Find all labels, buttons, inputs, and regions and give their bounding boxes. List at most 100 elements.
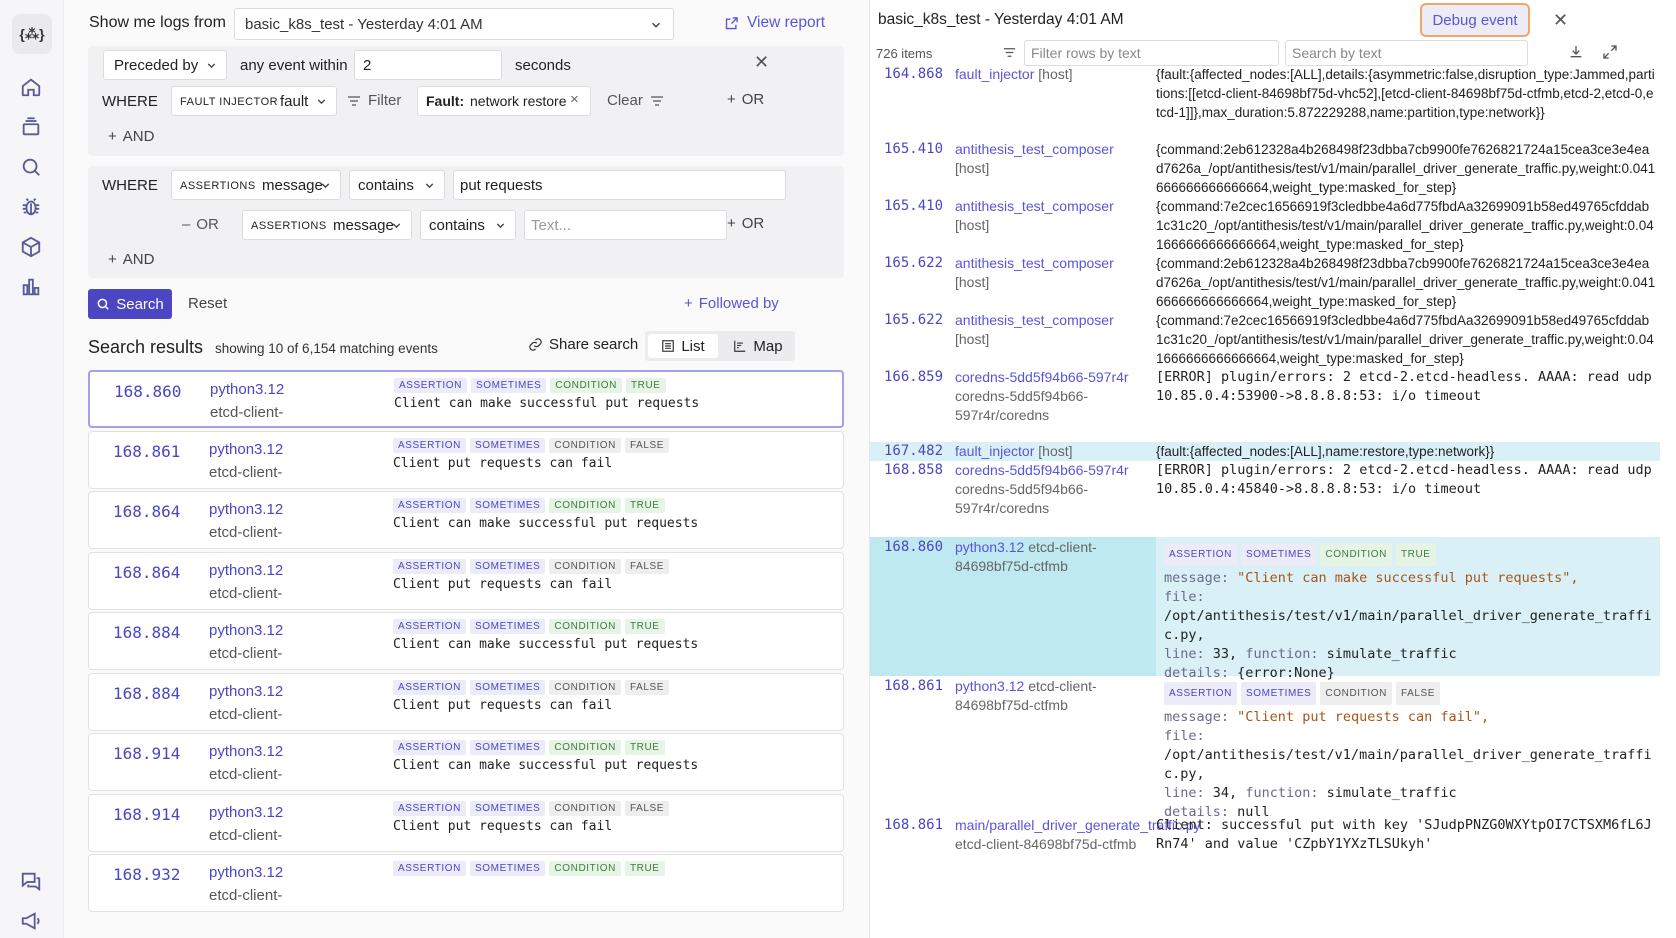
- result-time: 168.914: [113, 804, 181, 824]
- fault-chip[interactable]: Fault: network restore ×: [417, 86, 591, 116]
- bug-icon[interactable]: [20, 196, 44, 220]
- result-card[interactable]: 168.932 python3.12 etcd-client- ASSERTION SO…: [88, 854, 844, 912]
- search-button[interactable]: Search: [88, 289, 172, 319]
- condition-op-select[interactable]: contains: [349, 170, 445, 200]
- result-process[interactable]: python3.12: [209, 864, 283, 881]
- search-icon[interactable]: [20, 156, 44, 180]
- log-row[interactable]: 165.622 antithesis_test_composer [host] {c…: [870, 311, 1660, 368]
- log-row-assertion[interactable]: 168.861 python3.12 etcd-client-84698bf75d…: [870, 676, 1660, 820]
- close-icon[interactable]: ✕: [1553, 10, 1568, 31]
- log-source-name[interactable]: antithesis_test_composer: [955, 312, 1114, 328]
- condition-op2-select[interactable]: contains: [420, 210, 516, 240]
- chip-key: Fault:: [426, 93, 465, 109]
- result-card[interactable]: 168.884 python3.12 etcd-client- ASSERTION SO…: [88, 672, 844, 731]
- result-card[interactable]: 168.860 python3.12 etcd-client- ASSERTION SO…: [88, 370, 844, 428]
- value-function: simulate_traffic: [1326, 646, 1457, 662]
- followed-by-button[interactable]: + Followed by: [684, 295, 779, 312]
- log-row[interactable]: 164.868 fault_injector [host] {fault:{affe…: [870, 65, 1660, 140]
- search-text-input[interactable]: Search by text: [1285, 40, 1528, 66]
- log-row[interactable]: 168.861 main/parallel_driver_generate_tra…: [870, 815, 1660, 938]
- share-search-button[interactable]: Share search: [528, 336, 638, 353]
- condition-field2-select[interactable]: ASSERTIONS message: [242, 210, 412, 240]
- left-nav-rail: {⁂}: [0, 0, 64, 938]
- list-view-tab[interactable]: List: [648, 334, 718, 358]
- result-process[interactable]: python3.12: [209, 743, 283, 760]
- cube-icon[interactable]: [20, 236, 44, 260]
- tag-condition: CONDITION: [549, 498, 621, 513]
- log-source: antithesis_test_composer [host]: [955, 197, 1141, 235]
- log-row[interactable]: 168.858 coredns-5dd5f94b66-597r4r coredns…: [870, 461, 1660, 537]
- clear-button[interactable]: Clear: [607, 92, 665, 109]
- result-process[interactable]: python3.12: [209, 562, 283, 579]
- layers-icon[interactable]: [20, 116, 44, 140]
- chat-icon[interactable]: [20, 870, 44, 894]
- filter-lines-icon[interactable]: [1002, 45, 1017, 60]
- preceded-mode-select[interactable]: Preceded by: [103, 50, 227, 80]
- log-time: 168.861: [884, 678, 944, 694]
- assertion-message-line: message: "Client can make successful put…: [1164, 569, 1652, 588]
- add-and-button[interactable]: + AND: [108, 251, 154, 268]
- result-process[interactable]: python3.12: [209, 804, 283, 821]
- chart-icon[interactable]: [20, 276, 44, 300]
- result-card[interactable]: 168.884 python3.12 etcd-client- ASSERTION SO…: [88, 612, 844, 670]
- log-source-name[interactable]: coredns-5dd5f94b66-597r4r: [955, 462, 1129, 478]
- result-card[interactable]: 168.864 python3.12 etcd-client- ASSERTION SO…: [88, 491, 844, 549]
- reset-button[interactable]: Reset: [188, 295, 227, 312]
- log-source-name[interactable]: antithesis_test_composer: [955, 255, 1114, 271]
- result-time: 168.861: [113, 441, 181, 461]
- log-host: [host]: [955, 160, 990, 176]
- log-source-name[interactable]: fault_injector: [955, 66, 1034, 82]
- condition-value2-input[interactable]: Text...: [524, 210, 727, 240]
- result-process[interactable]: python3.12: [209, 683, 283, 700]
- chevron-down-icon: [390, 219, 403, 232]
- app-logo[interactable]: {⁂}: [12, 14, 52, 54]
- view-report-link[interactable]: View report: [724, 14, 825, 32]
- tag-condition-value: TRUE: [624, 740, 665, 755]
- result-card[interactable]: 168.864 python3.12 etcd-client- ASSERTION SO…: [88, 551, 844, 610]
- log-source-name[interactable]: python3.12: [955, 678, 1024, 694]
- add-or-button[interactable]: + OR: [727, 215, 764, 232]
- log-row[interactable]: 165.410 antithesis_test_composer [host] {c…: [870, 140, 1660, 197]
- result-message: Client can make successful put requests: [393, 516, 699, 531]
- debug-event-button[interactable]: Debug event: [1420, 3, 1530, 37]
- remove-or-button[interactable]: – OR: [182, 216, 219, 233]
- fault-source-select[interactable]: FAULT INJECTOR fault: [171, 86, 337, 116]
- filter-rows-input[interactable]: Filter rows by text: [1024, 40, 1279, 66]
- result-pod: etcd-client-: [209, 705, 283, 723]
- add-and-button[interactable]: + AND: [108, 128, 154, 145]
- megaphone-icon[interactable]: [20, 910, 44, 934]
- result-card[interactable]: 168.861 python3.12 etcd-client- ASSERTION SO…: [88, 430, 844, 489]
- log-row[interactable]: 165.410 antithesis_test_composer [host] {c…: [870, 197, 1660, 254]
- chip-close-icon[interactable]: ×: [570, 91, 579, 108]
- log-source-name[interactable]: python3.12: [955, 539, 1024, 555]
- home-icon[interactable]: [20, 76, 44, 100]
- log-source-name[interactable]: antithesis_test_composer: [955, 198, 1114, 214]
- result-process[interactable]: python3.12: [209, 441, 283, 458]
- add-or-button[interactable]: + OR: [727, 91, 764, 108]
- download-icon[interactable]: [1568, 44, 1584, 60]
- map-view-tab[interactable]: Map: [723, 334, 793, 358]
- log-row[interactable]: 166.859 coredns-5dd5f94b66-597r4r coredns…: [870, 368, 1660, 442]
- result-process[interactable]: python3.12: [210, 381, 284, 398]
- log-source-name[interactable]: fault_injector: [955, 443, 1034, 459]
- run-select[interactable]: basic_k8s_test - Yesterday 4:01 AM: [234, 8, 674, 40]
- close-icon[interactable]: ✕: [754, 52, 769, 73]
- log-time: 167.482: [884, 443, 944, 459]
- expand-icon[interactable]: [1602, 44, 1618, 60]
- log-row[interactable]: 167.482 fault_injector [host] {fault:{affe…: [870, 442, 1660, 461]
- result-process[interactable]: python3.12: [209, 501, 283, 518]
- within-value-input[interactable]: 2: [354, 50, 502, 80]
- result-card[interactable]: 168.914 python3.12 etcd-client- ASSERTION SO…: [88, 733, 844, 791]
- condition-value-input[interactable]: put requests: [453, 170, 786, 200]
- log-source-name[interactable]: coredns-5dd5f94b66-597r4r: [955, 369, 1129, 385]
- log-row[interactable]: 165.622 antithesis_test_composer [host] {c…: [870, 254, 1660, 311]
- log-row-assertion[interactable]: 168.860 python3.12 etcd-client-84698bf75d…: [870, 537, 1660, 681]
- log-source-name[interactable]: antithesis_test_composer: [955, 141, 1114, 157]
- assertion-body: message: "Client can make successful put…: [1164, 569, 1652, 683]
- result-process[interactable]: python3.12: [209, 622, 283, 639]
- filter-button[interactable]: Filter: [346, 92, 401, 109]
- condition-field-select[interactable]: ASSERTIONS message: [171, 170, 341, 200]
- assertion-details: ASSERTION SOMETIMES CONDITION FALSE message:…: [1156, 676, 1660, 820]
- result-pod: etcd-client-: [209, 645, 283, 662]
- result-card[interactable]: 168.914 python3.12 etcd-client- ASSERTION SO…: [88, 793, 844, 852]
